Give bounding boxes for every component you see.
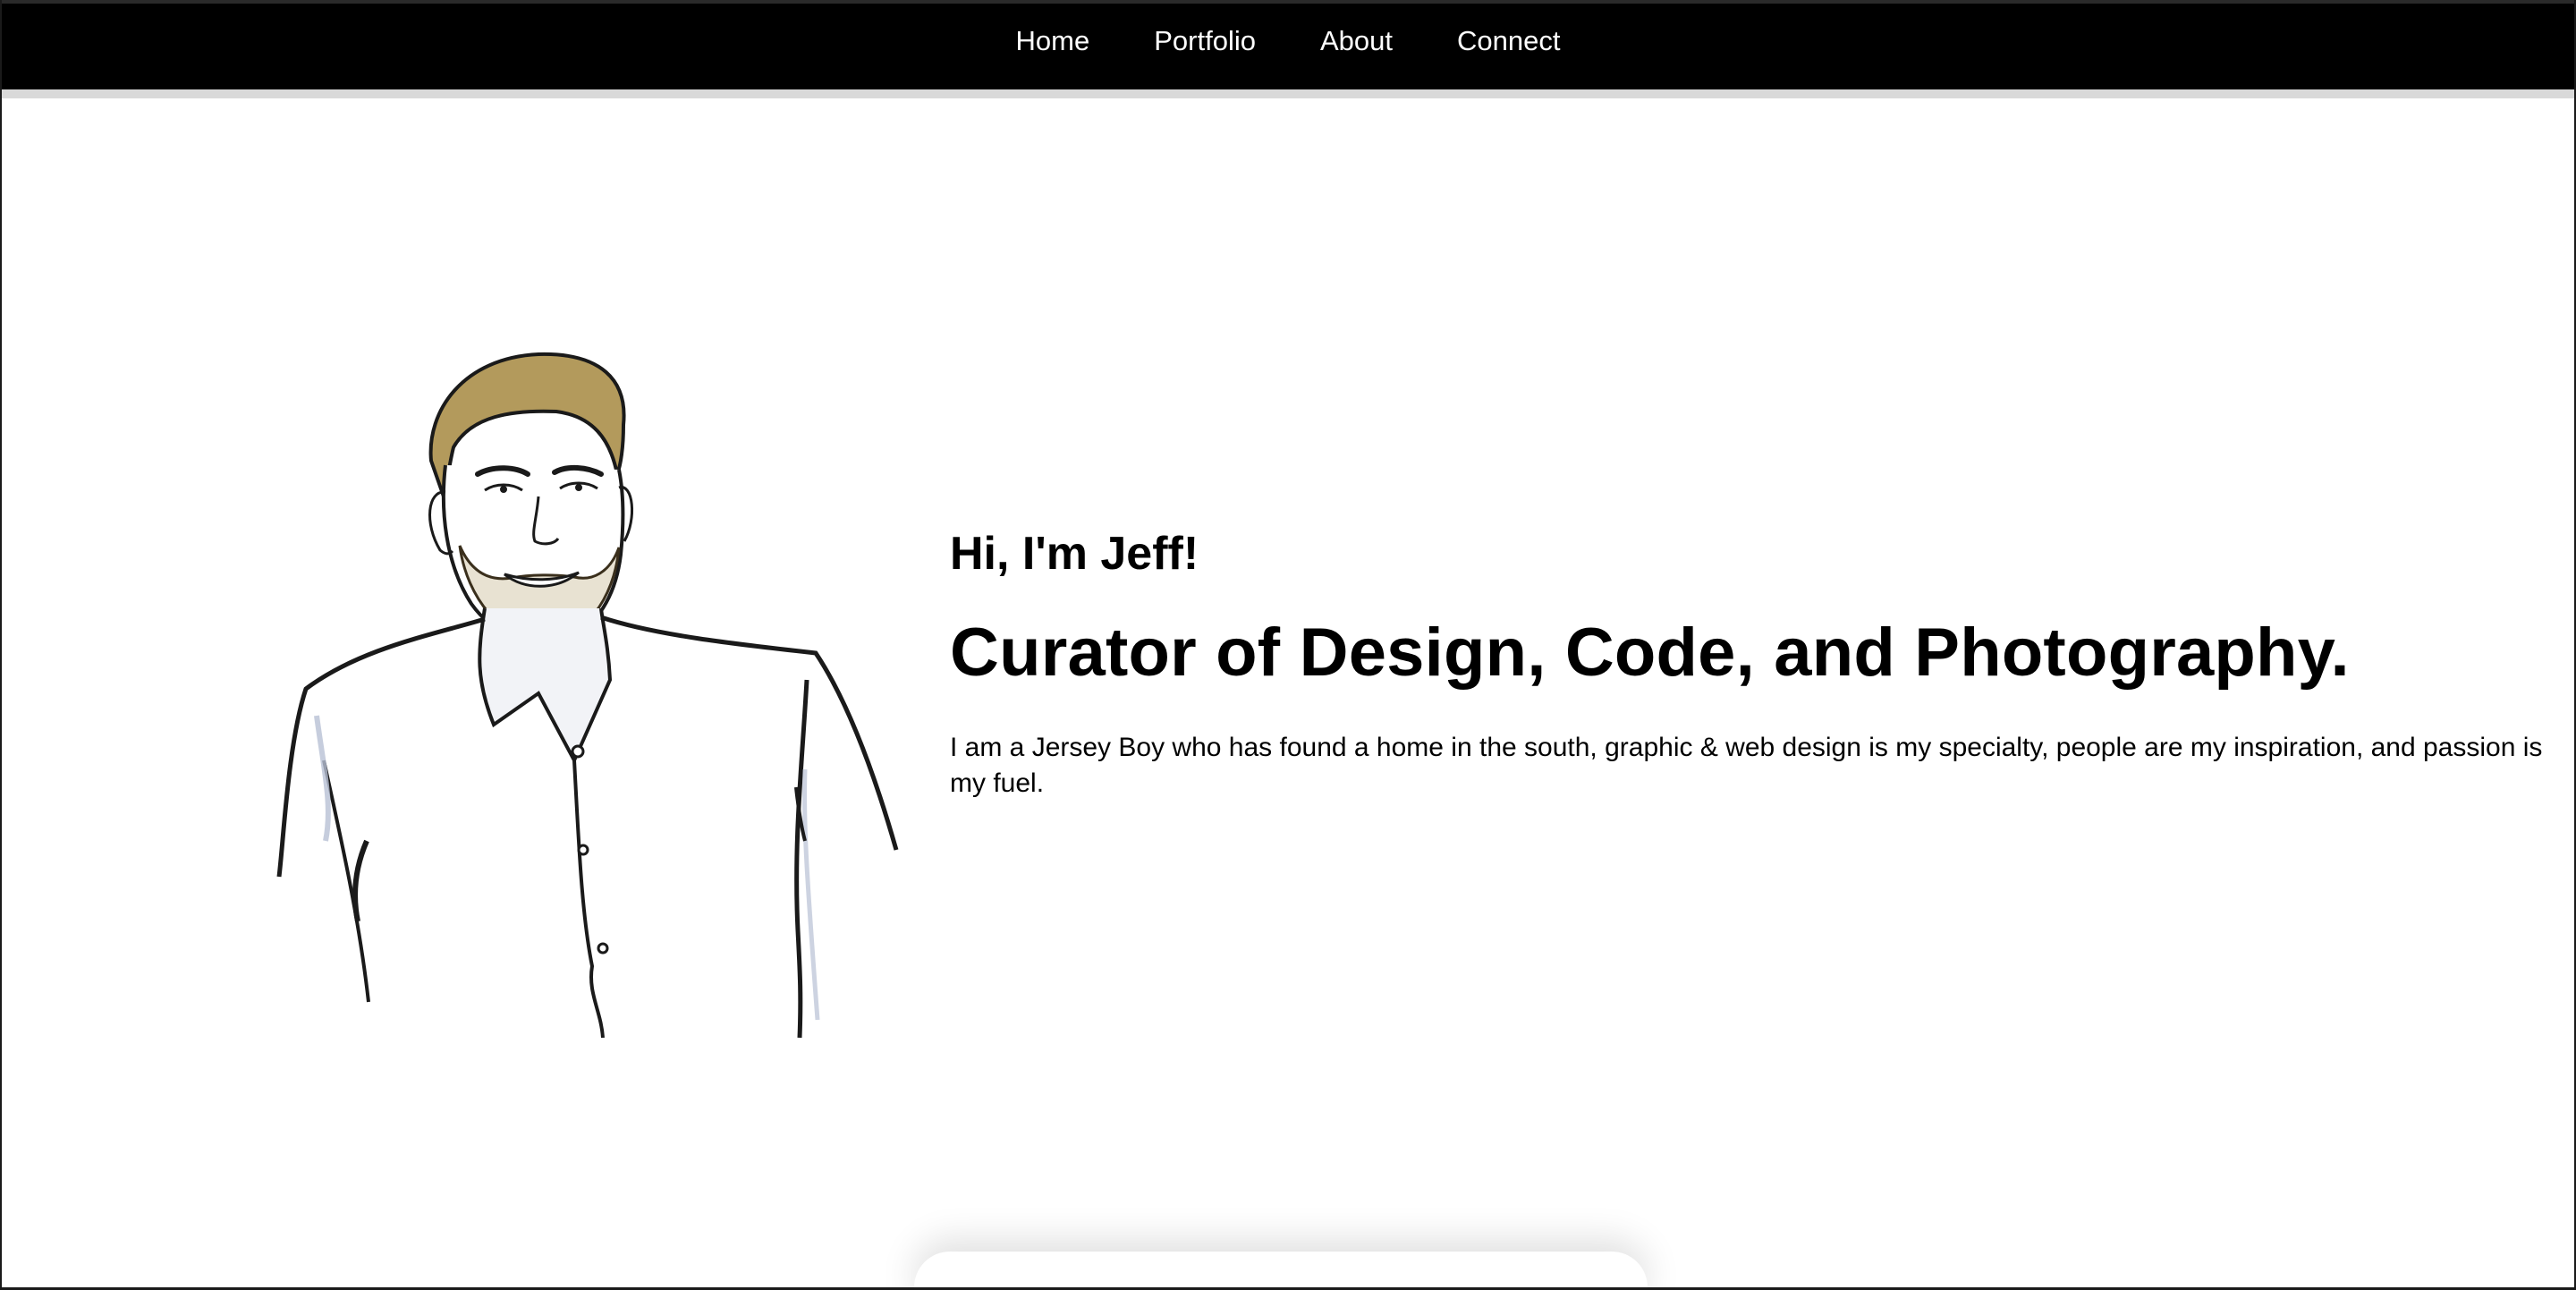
nav-item-about: About [1320, 25, 1393, 57]
headline: Curator of Design, Code, and Photography… [950, 615, 2350, 692]
greeting-heading: Hi, I'm Jeff! [950, 528, 1199, 580]
nav-item-connect: Connect [1457, 25, 1560, 57]
portrait-illustration [276, 352, 899, 1039]
bio-text: I am a Jersey Boy who has found a home i… [950, 732, 2543, 798]
nav-list: Home Portfolio About Connect [1016, 25, 1561, 57]
page: Home Portfolio About Connect Hi, I'm Jef… [0, 0, 2576, 1290]
nav-item-portfolio: Portfolio [1154, 25, 1256, 57]
nav-link-portfolio[interactable]: Portfolio [1154, 25, 1256, 56]
bottom-panel-shadow [914, 1252, 1648, 1287]
top-navbar: Home Portfolio About Connect [2, 0, 2574, 98]
nav-item-home: Home [1016, 25, 1090, 57]
nav-link-about[interactable]: About [1320, 25, 1393, 56]
nav-link-connect[interactable]: Connect [1457, 25, 1560, 56]
hero-text: Hi, I'm Jeff! Curator of Design, Code, a… [950, 526, 2551, 802]
nav-link-home[interactable]: Home [1016, 25, 1090, 56]
